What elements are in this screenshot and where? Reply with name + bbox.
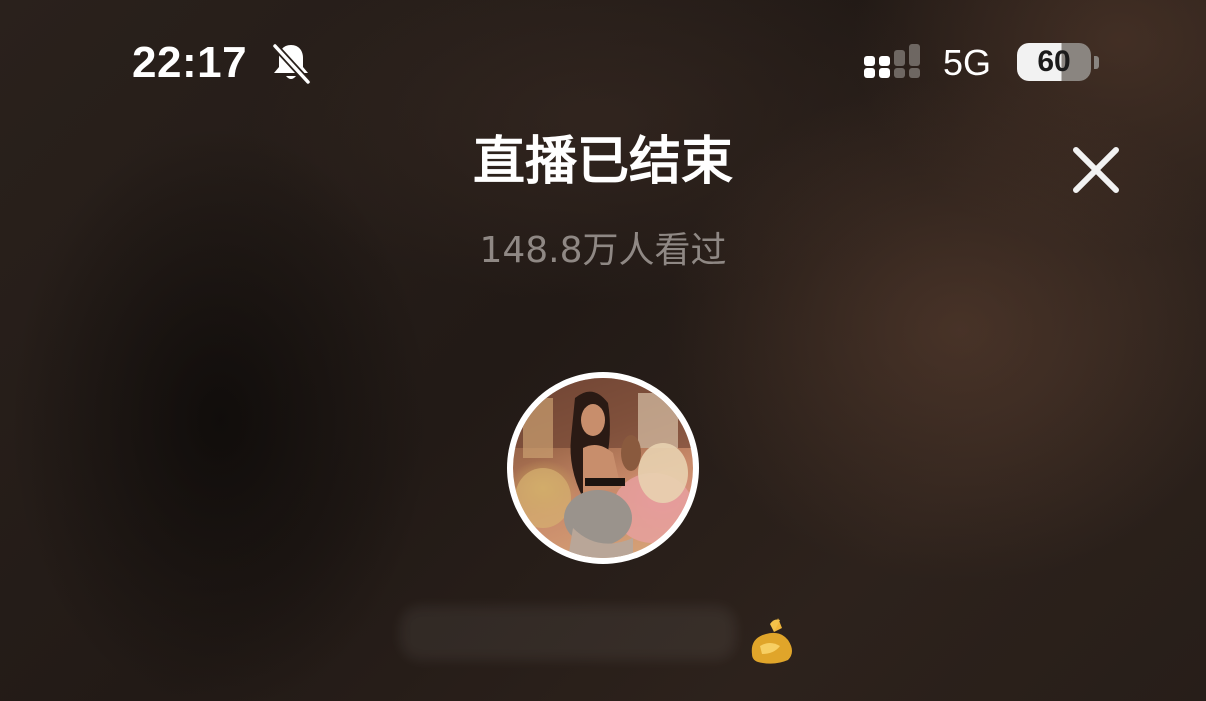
avatar-photo-illustration [513,378,693,558]
avatar[interactable] [507,372,699,564]
close-button[interactable] [1066,140,1126,200]
battery-indicator: 60 [1017,43,1091,81]
page-title: 直播已结束 [472,132,733,192]
viewer-count: 148.8万人看过 [479,230,727,271]
streamer-name [400,606,736,660]
status-time: 22:17 [132,38,248,87]
bell-slash-icon [271,42,312,86]
close-icon [1073,147,1119,193]
signal-bars-icon [864,44,920,78]
avatar-image [513,378,693,558]
battery-tip [1094,56,1099,69]
gold-badge-icon [751,618,792,664]
network-type: 5G [943,42,992,83]
live-ended-screen: 22:17 5G 60 直播已结束 148.8万人看过 [0,0,1206,701]
battery-level: 60 [1037,45,1071,78]
